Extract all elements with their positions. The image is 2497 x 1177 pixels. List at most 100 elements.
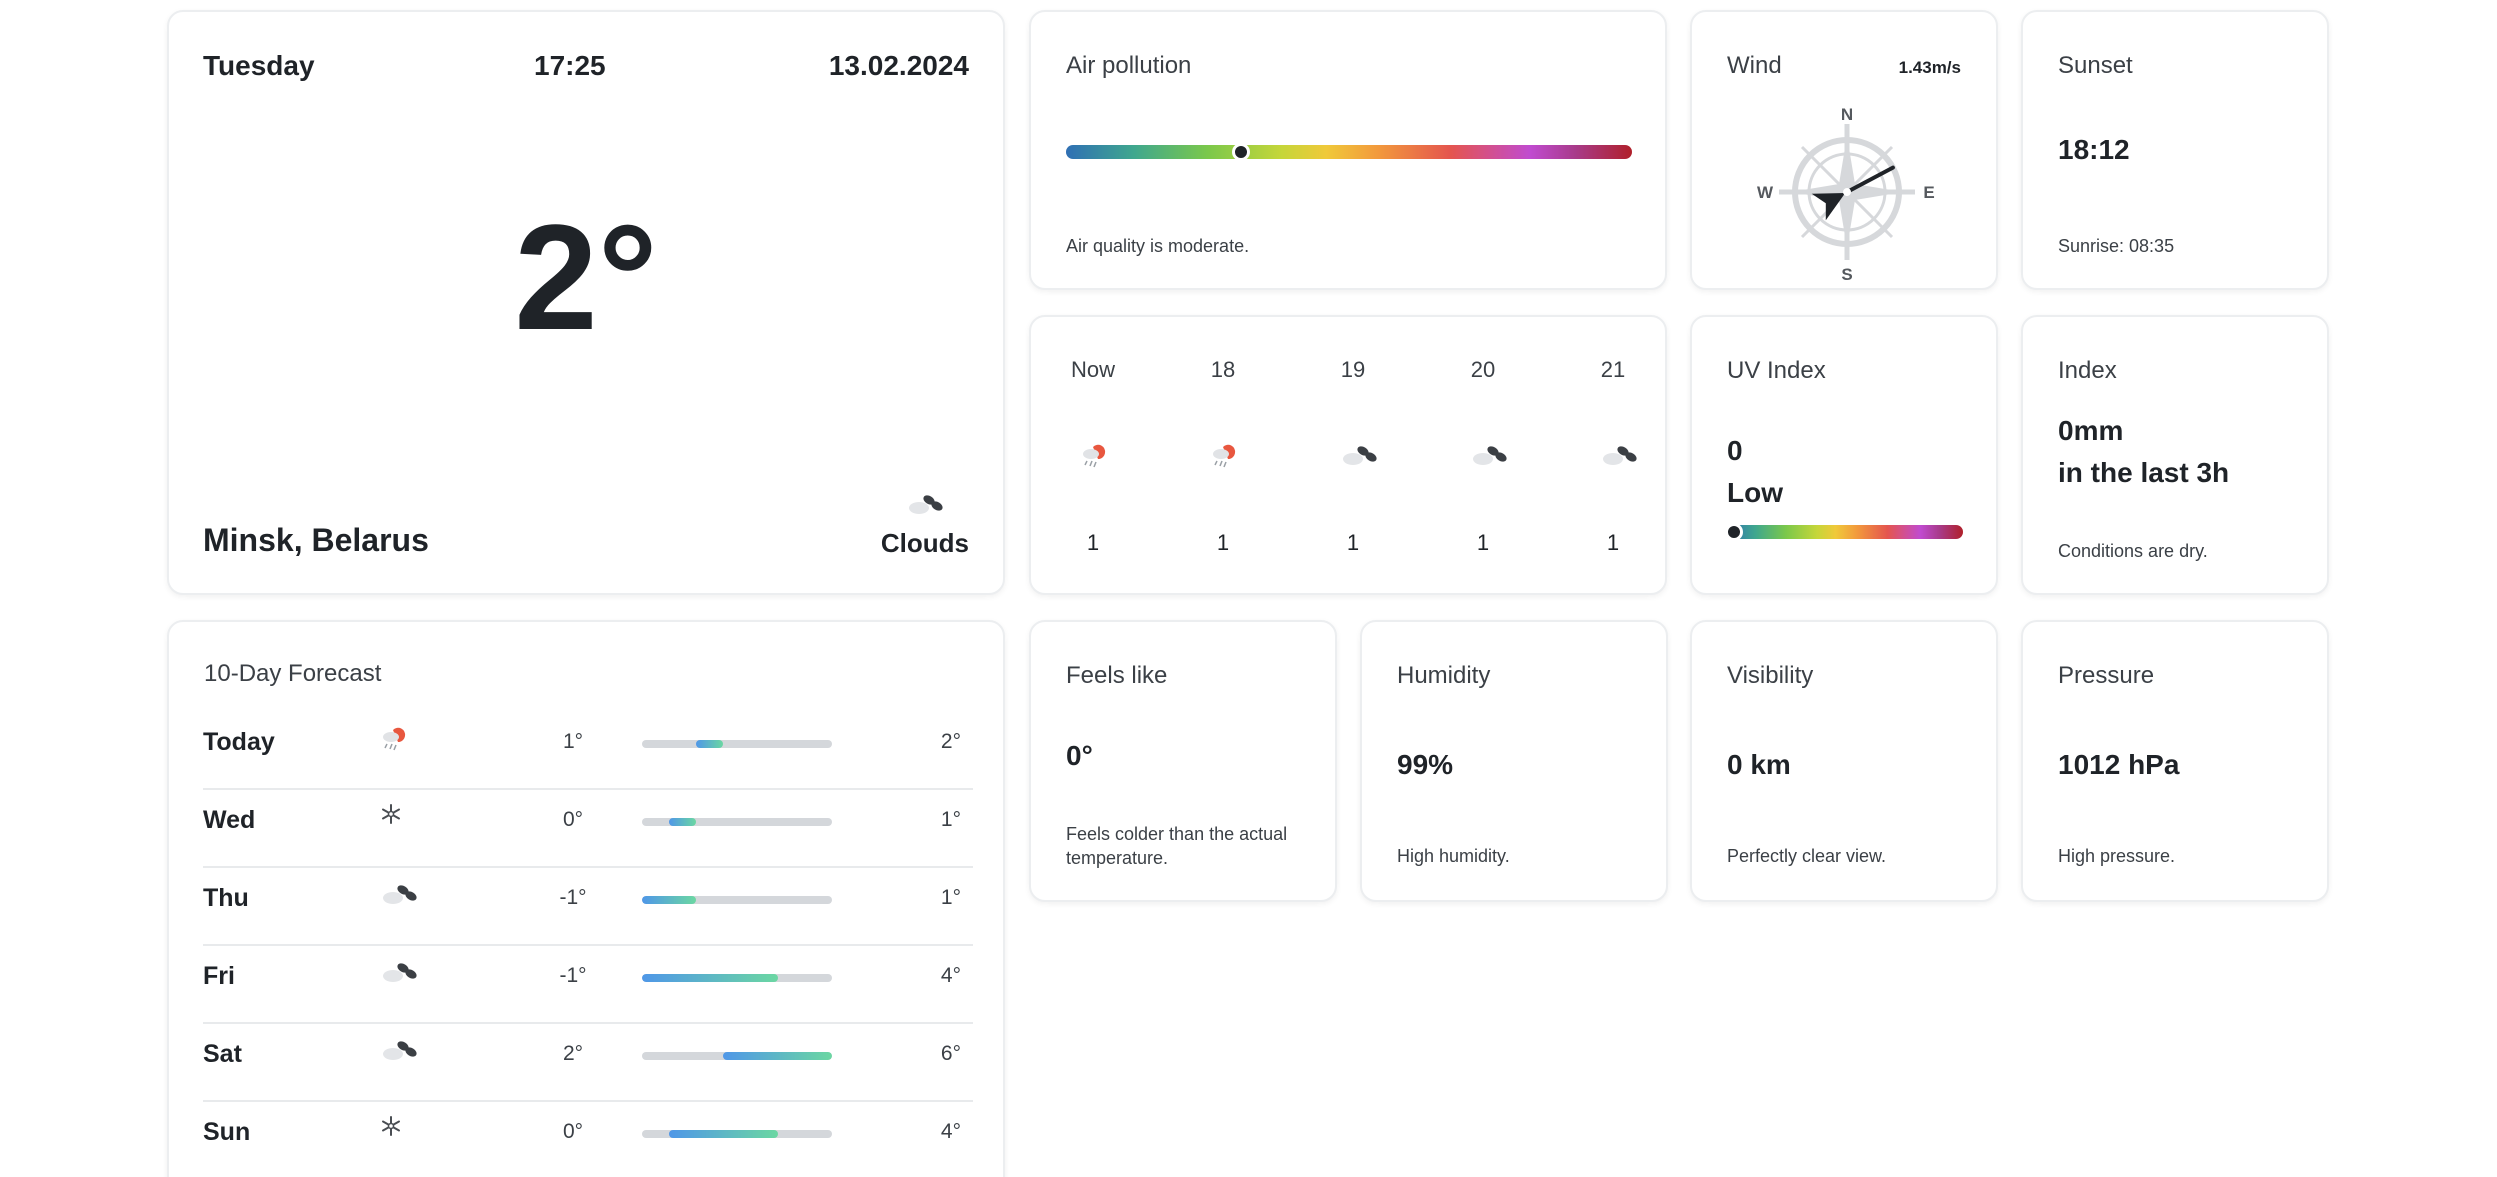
clouds-icon (1469, 441, 1509, 474)
air-quality-description: Air quality is moderate. (1066, 236, 1250, 256)
forecast-row[interactable]: Sat 2° 6° (203, 1024, 973, 1102)
sunset-time: 18:12 (2058, 134, 2130, 165)
sunset-title: Sunset (2058, 52, 2133, 79)
compass-south: S (1841, 265, 1852, 284)
compass-icon: N S E W (1757, 105, 1935, 284)
current-temperature: 2° (514, 193, 658, 361)
hourly-value: 1 (1346, 530, 1360, 555)
condition-label: Clouds (880, 528, 969, 558)
clouds-icon (379, 880, 419, 913)
clouds-icon (905, 490, 945, 523)
location-name: Minsk, Belarus (203, 522, 429, 558)
hourly-time: 20 (1470, 357, 1496, 382)
visibility-card: Visibility 0 km Perfectly clear view. (1690, 620, 1998, 902)
rain-sun-icon (1209, 441, 1239, 476)
sunrise-time: Sunrise: 08:35 (2058, 236, 2175, 256)
forecast-day: Thu (203, 884, 249, 912)
air-pollution-title: Air pollution (1066, 52, 1192, 79)
temperature-range-bar (642, 896, 832, 904)
temperature-range-fill (669, 818, 697, 826)
precipitation-card: Index 0mm in the last 3h Conditions are … (2021, 315, 2329, 595)
forecast-max-temp: 4° (940, 1120, 961, 1143)
precipitation-amount: 0mm (2058, 415, 2124, 446)
clouds-icon (379, 958, 419, 991)
feels-like-description: Feels colder than the actual temperature… (1066, 824, 1288, 868)
hourly-time: Now (1070, 357, 1115, 382)
snowflake-icon (379, 1114, 403, 1143)
uv-index-value: 0 (1727, 435, 1743, 466)
visibility-value: 0 km (1727, 749, 1791, 780)
day-name: Tuesday (203, 50, 315, 81)
current-date: 13.02.2024 (828, 50, 969, 81)
uv-index-bar (1727, 525, 1963, 539)
temperature-range-bar (642, 1052, 832, 1060)
precipitation-period: in the last 3h (2058, 457, 2230, 488)
humidity-value: 99% (1397, 749, 1454, 780)
forecast-row[interactable]: Sun 0° 4° (203, 1102, 973, 1177)
forecast-row[interactable]: Wed 0° 1° (203, 790, 973, 868)
temperature-range-fill (696, 740, 724, 748)
forecast-day: Fri (203, 962, 235, 990)
forecast-day: Wed (203, 806, 256, 834)
forecast-min-temp: 0° (562, 1120, 584, 1143)
temperature-range-bar (642, 974, 832, 982)
pressure-title: Pressure (2058, 662, 2155, 689)
compass-west: W (1757, 183, 1774, 202)
hourly-time: 18 (1210, 357, 1236, 382)
forecast-row[interactable]: Today 1° 2° (203, 712, 973, 790)
forecast-max-temp: 1° (940, 808, 961, 831)
sunset-card: Sunset 18:12 Sunrise: 08:35 (2021, 10, 2329, 290)
current-weather-card: Tuesday 17:25 13.02.2024 2° Minsk, Belar… (167, 10, 1005, 595)
humidity-description: High humidity. (1397, 846, 1510, 866)
forecast-min-temp: 1° (562, 730, 584, 753)
forecast-max-temp: 1° (940, 886, 961, 909)
clouds-icon (379, 1036, 419, 1069)
hourly-time: 21 (1600, 357, 1626, 382)
forecast-min-temp: 0° (562, 808, 584, 831)
precipitation-title: Index (2058, 357, 2117, 384)
hourly-value: 1 (1606, 530, 1620, 555)
snowflake-icon (379, 802, 403, 831)
uv-index-level: Low (1727, 477, 1783, 508)
hourly-forecast-card: Now 1 18 1 19 1 20 1 21 1 (1029, 315, 1667, 595)
temperature-range-fill (669, 1130, 778, 1138)
rain-sun-icon (1079, 441, 1109, 476)
hourly-value: 1 (1086, 530, 1100, 555)
forecast-max-temp: 6° (940, 1042, 961, 1065)
forecast-min-temp: -1° (559, 964, 587, 987)
current-time: 17:25 (534, 50, 606, 81)
precipitation-description: Conditions are dry. (2058, 541, 2208, 561)
forecast-row[interactable]: Thu -1° 1° (203, 868, 973, 946)
humidity-card: Humidity 99% High humidity. (1360, 620, 1668, 902)
forecast-max-temp: 2° (940, 730, 961, 753)
forecast-min-temp: -1° (559, 886, 587, 909)
compass-east: E (1923, 183, 1934, 202)
visibility-title: Visibility (1727, 662, 1814, 689)
forecast-max-temp: 4° (940, 964, 961, 987)
wind-card: Wind 1.43m/s N S E W (1690, 10, 1998, 290)
uv-index-indicator (1725, 523, 1743, 541)
feels-like-card: Feels like 0° Feels colder than the actu… (1029, 620, 1337, 902)
rain-sun-icon (379, 724, 409, 759)
temperature-range-bar (642, 818, 832, 826)
forecast-day: Sun (203, 1118, 251, 1146)
forecast-day: Sat (203, 1040, 242, 1068)
temperature-range-bar (642, 1130, 832, 1138)
uv-index-title: UV Index (1727, 357, 1826, 384)
clouds-icon (1339, 441, 1379, 474)
temperature-range-fill (723, 1052, 832, 1060)
temperature-range-fill (642, 896, 697, 904)
hourly-value: 1 (1476, 530, 1490, 555)
pressure-card: Pressure 1012 hPa High pressure. (2021, 620, 2329, 902)
forecast-min-temp: 2° (562, 1042, 584, 1065)
hourly-time: 19 (1340, 357, 1366, 382)
hourly-value: 1 (1216, 530, 1230, 555)
feels-like-value: 0° (1066, 740, 1093, 771)
pressure-value: 1012 hPa (2058, 749, 2180, 780)
pressure-description: High pressure. (2058, 846, 2176, 866)
air-pollution-card: Air pollution Air quality is moderate. (1029, 10, 1667, 290)
ten-day-forecast-card: 10-Day Forecast Today 1° 2° Wed 0° 1° Thu -1° 1°… (167, 620, 1005, 1177)
feels-like-title: Feels like (1066, 662, 1168, 689)
temperature-range-fill (642, 974, 778, 982)
forecast-row[interactable]: Fri -1° 4° (203, 946, 973, 1024)
